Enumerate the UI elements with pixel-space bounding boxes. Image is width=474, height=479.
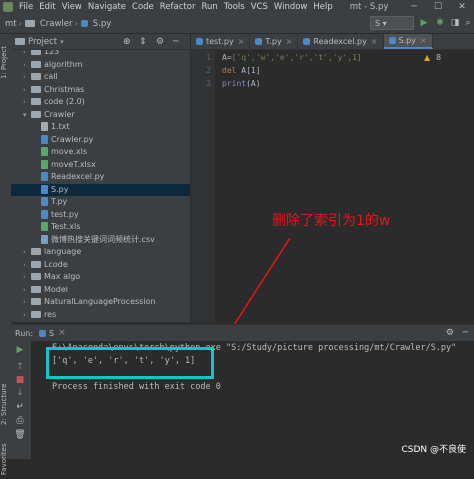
highlight-box bbox=[46, 347, 214, 379]
python-file-icon bbox=[39, 329, 47, 337]
run-panel-title: Run: bbox=[15, 328, 34, 338]
run-tab-config[interactable]: S bbox=[49, 329, 54, 338]
gear-icon[interactable]: ⚙ bbox=[446, 328, 454, 338]
stop-icon[interactable]: ■ bbox=[13, 375, 27, 385]
delete-icon[interactable]: 🗑 bbox=[13, 430, 27, 440]
watermark: CSDN @不良使 bbox=[401, 445, 466, 455]
close-icon[interactable]: × bbox=[58, 328, 66, 338]
rerun-icon[interactable]: ▶ bbox=[13, 345, 27, 355]
print-icon[interactable]: ⎙ bbox=[13, 416, 27, 426]
hide-icon[interactable]: ─ bbox=[463, 328, 468, 338]
run-panel-header: Run: S × ⚙ ─ bbox=[11, 324, 474, 341]
exit-message: Process finished with exit code 0 bbox=[52, 382, 221, 392]
wrap-icon[interactable]: ↵ bbox=[13, 402, 27, 412]
run-side-toolbar bbox=[11, 341, 31, 459]
down-icon[interactable]: ↓ bbox=[13, 388, 27, 398]
up-icon[interactable]: ↑ bbox=[13, 362, 27, 372]
